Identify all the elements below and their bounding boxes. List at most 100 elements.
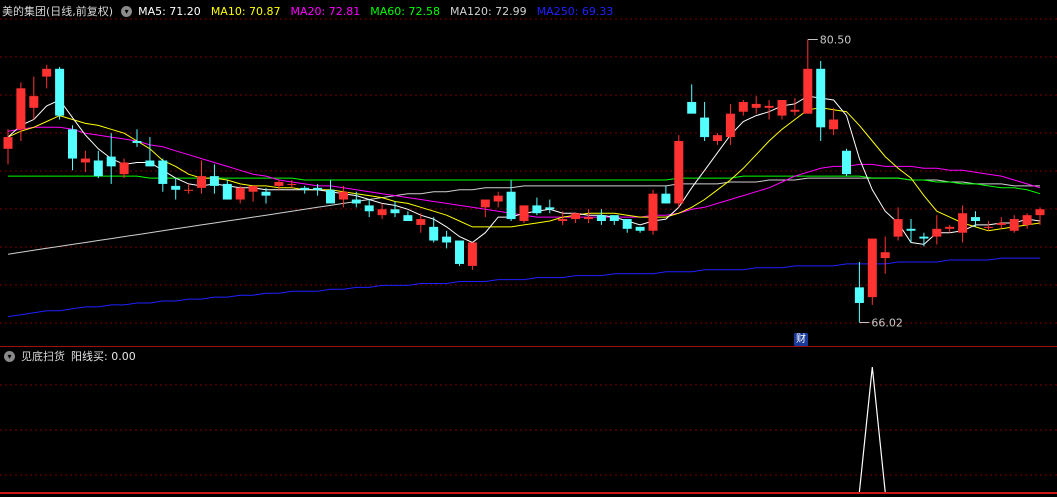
candle-body[interactable] <box>3 137 13 149</box>
candle[interactable] <box>945 224 955 233</box>
candle[interactable] <box>996 217 1006 229</box>
candle[interactable] <box>80 150 90 173</box>
candle[interactable] <box>880 236 890 274</box>
candle[interactable] <box>493 191 503 208</box>
candle[interactable] <box>893 207 903 241</box>
candle-body[interactable] <box>596 215 606 222</box>
candle[interactable] <box>635 226 645 233</box>
candle-body[interactable] <box>416 219 426 225</box>
candle-body[interactable] <box>390 209 400 214</box>
candle-body[interactable] <box>816 68 826 128</box>
candle-body[interactable] <box>1035 209 1045 216</box>
candle[interactable] <box>467 242 477 270</box>
candle-body[interactable] <box>829 119 839 130</box>
candle[interactable] <box>68 125 77 171</box>
candle[interactable] <box>55 66 65 120</box>
candle-body[interactable] <box>1022 215 1032 225</box>
candle-body[interactable] <box>261 191 271 196</box>
chevron-down-icon[interactable]: ▾ <box>121 5 133 17</box>
candle[interactable] <box>829 107 839 136</box>
candle-body[interactable] <box>584 217 593 220</box>
candle[interactable] <box>842 148 851 177</box>
candle-body[interactable] <box>313 187 323 190</box>
candle-body[interactable] <box>145 160 155 167</box>
candle-body[interactable] <box>738 101 748 112</box>
candle[interactable] <box>867 238 877 305</box>
candle-body[interactable] <box>545 207 555 210</box>
candle[interactable] <box>197 160 206 194</box>
candle[interactable] <box>235 185 245 204</box>
candle-body[interactable] <box>80 158 90 163</box>
candle-body[interactable] <box>919 236 929 239</box>
stock-chart-canvas[interactable]: 80.50 66.02 <box>0 0 1057 497</box>
candle-body[interactable] <box>29 96 39 108</box>
candle[interactable] <box>751 96 761 114</box>
candle[interactable] <box>854 261 864 323</box>
candle[interactable] <box>506 180 516 222</box>
candle[interactable] <box>274 180 284 190</box>
candle[interactable] <box>958 205 968 243</box>
candle-body[interactable] <box>235 187 245 200</box>
candle[interactable] <box>713 133 722 145</box>
candle-body[interactable] <box>274 181 284 186</box>
candle-body[interactable] <box>945 226 955 229</box>
candle-body[interactable] <box>764 105 774 108</box>
candle-body[interactable] <box>713 135 722 141</box>
candle[interactable] <box>29 76 39 120</box>
candle-body[interactable] <box>906 228 916 231</box>
candle[interactable] <box>364 199 374 218</box>
candle[interactable] <box>442 230 452 249</box>
candle[interactable] <box>700 101 710 141</box>
candle-body[interactable] <box>222 183 232 200</box>
candle-body[interactable] <box>184 189 194 191</box>
candle[interactable] <box>545 199 555 214</box>
candle-body[interactable] <box>725 113 735 138</box>
candle[interactable] <box>532 197 542 216</box>
candle-body[interactable] <box>338 191 348 200</box>
candle-body[interactable] <box>777 100 787 116</box>
candle-body[interactable] <box>455 240 464 264</box>
panel-divider[interactable] <box>0 346 1057 347</box>
candle-body[interactable] <box>442 236 452 243</box>
candle[interactable] <box>983 221 993 231</box>
candle-body[interactable] <box>842 150 851 175</box>
candle-body[interactable] <box>106 156 116 167</box>
candle[interactable] <box>648 189 658 235</box>
candle-body[interactable] <box>648 193 658 231</box>
candle-body[interactable] <box>119 162 129 175</box>
candle[interactable] <box>777 100 787 120</box>
candle-body[interactable] <box>377 209 387 216</box>
candle[interactable] <box>1009 215 1019 233</box>
candle-body[interactable] <box>867 238 877 298</box>
candle-body[interactable] <box>158 160 168 184</box>
candle[interactable] <box>209 164 219 194</box>
candle-body[interactable] <box>132 140 142 143</box>
candle-body[interactable] <box>326 189 335 204</box>
candle-body[interactable] <box>403 215 413 222</box>
candle[interactable] <box>609 215 619 225</box>
candle[interactable] <box>222 180 232 200</box>
candle-body[interactable] <box>209 176 219 186</box>
candle[interactable] <box>906 219 916 243</box>
candle[interactable] <box>403 211 413 222</box>
candle[interactable] <box>790 98 800 116</box>
candle[interactable] <box>377 203 387 220</box>
candle[interactable] <box>571 213 581 223</box>
candle[interactable] <box>519 205 529 223</box>
candle-body[interactable] <box>1009 219 1019 231</box>
candle-body[interactable] <box>16 88 26 130</box>
candle-body[interactable] <box>932 228 942 237</box>
candle-body[interactable] <box>506 191 516 220</box>
candle-body[interactable] <box>480 199 490 208</box>
candle[interactable] <box>622 219 632 233</box>
candle-body[interactable] <box>854 287 864 303</box>
candle-body[interactable] <box>751 103 761 108</box>
candle-body[interactable] <box>248 185 258 192</box>
candle[interactable] <box>171 178 181 200</box>
candle-body[interactable] <box>429 226 439 241</box>
candle[interactable] <box>132 129 142 147</box>
candle[interactable] <box>596 209 606 225</box>
candle-body[interactable] <box>996 222 1006 225</box>
candle-body[interactable] <box>687 101 697 114</box>
candle-body[interactable] <box>700 117 710 138</box>
